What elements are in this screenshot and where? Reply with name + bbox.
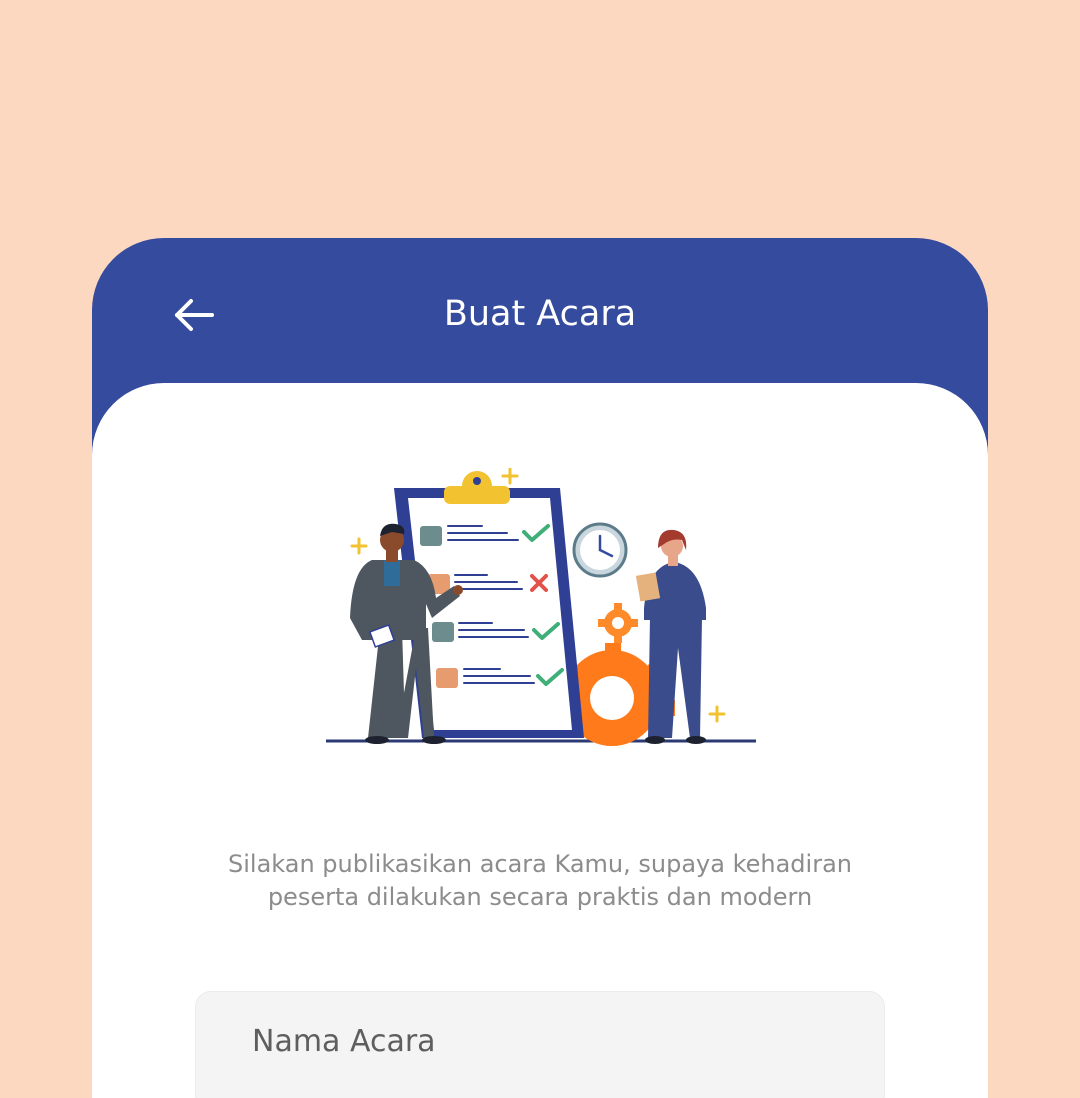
page-title: Buat Acara bbox=[443, 294, 637, 334]
description-line-1: Silakan publikasikan acara Kamu, supaya … bbox=[228, 850, 852, 878]
event-name-input[interactable]: Nama Acara bbox=[195, 991, 885, 1098]
description-text: Silakan publikasikan acara Kamu, supaya … bbox=[172, 848, 908, 914]
app-header: Buat Acara bbox=[92, 238, 988, 388]
small-gear-icon bbox=[598, 603, 638, 643]
content-card: Silakan publikasikan acara Kamu, supaya … bbox=[92, 383, 988, 1098]
clock-icon bbox=[572, 522, 628, 578]
event-name-placeholder: Nama Acara bbox=[252, 1024, 436, 1059]
checklist-illustration bbox=[326, 468, 756, 746]
description-line-2: peserta dilakukan secara praktis dan mod… bbox=[267, 883, 813, 911]
phone-screen: Buat Acara Silakan publikasikan acara Ka… bbox=[92, 238, 988, 1098]
